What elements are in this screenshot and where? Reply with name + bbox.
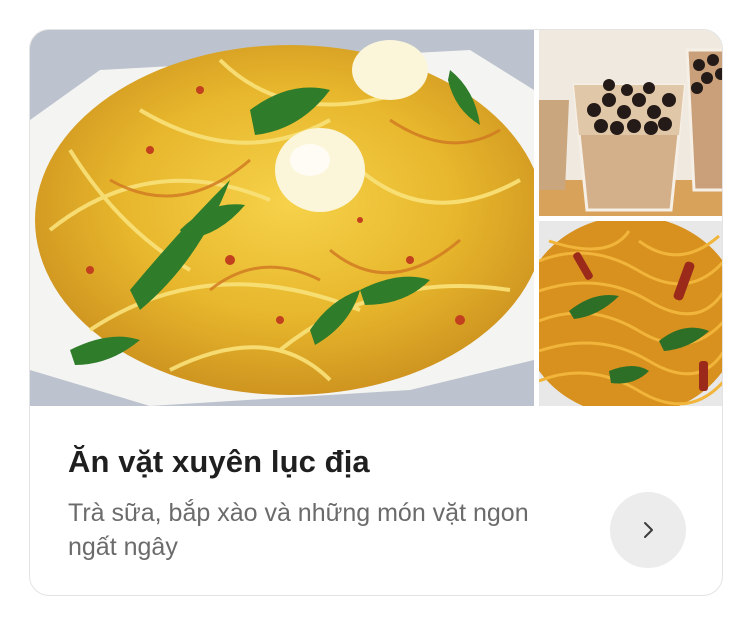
- chevron-right-icon: [644, 522, 653, 538]
- card-subtitle: Trà sữa, bắp xào và những món vặt ngon n…: [68, 499, 529, 561]
- green-papaya-salad-photo: [30, 30, 534, 406]
- card-title: Ăn vặt xuyên lục địa: [68, 444, 370, 479]
- bubble-milk-tea-photo: [539, 30, 722, 216]
- stir-fried-noodles-photo: [539, 221, 722, 406]
- card-text-area: Ăn vặt xuyên lục địa Trà sữa, bắp xào và…: [30, 406, 722, 595]
- collection-card[interactable]: Ăn vặt xuyên lục địa Trà sữa, bắp xào và…: [29, 29, 723, 596]
- open-collection-button[interactable]: [610, 492, 686, 568]
- card-image-collage: [30, 30, 722, 406]
